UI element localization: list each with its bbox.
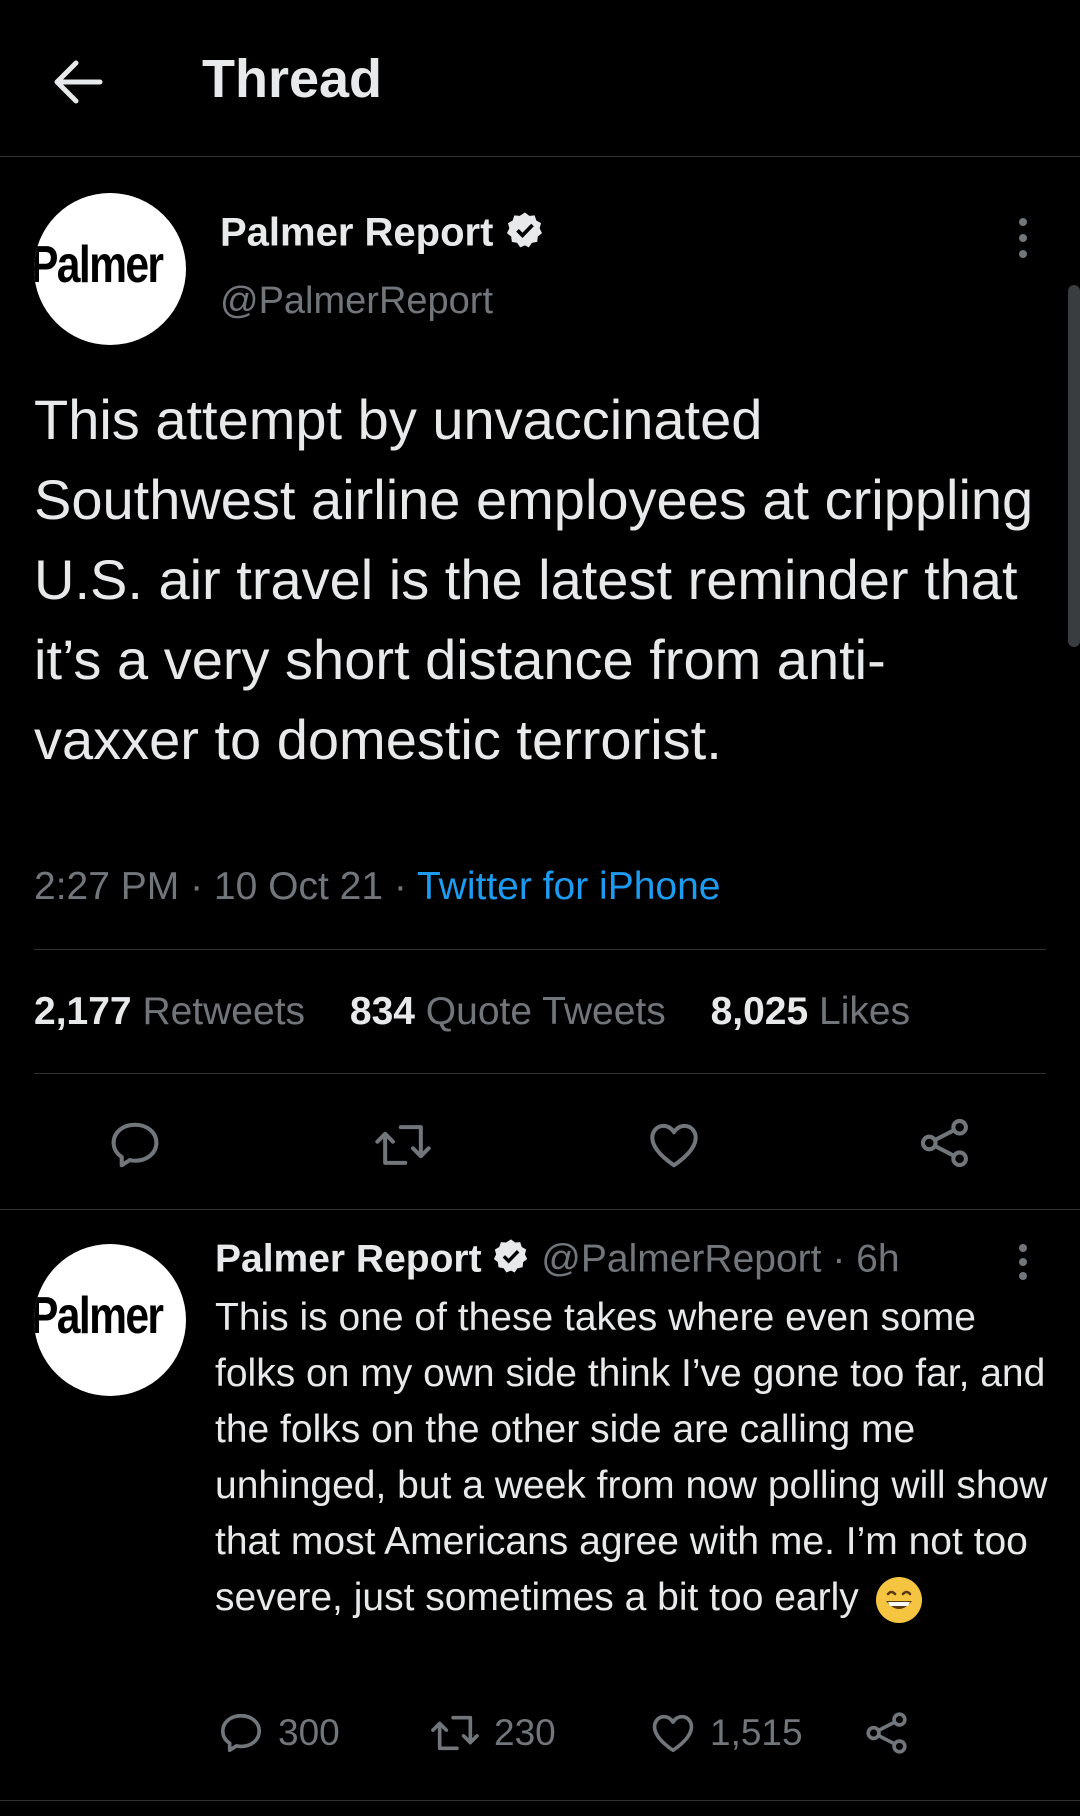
avatar[interactable]: Palmer — [34, 193, 186, 345]
like-action[interactable]: 1,515 — [650, 1710, 803, 1756]
top-bar: Thread — [0, 0, 1080, 157]
reply-header: Palmer Report @PalmerReport · 6h — [215, 1237, 900, 1285]
avatar-logo-text: Palmer — [34, 236, 164, 294]
share-icon — [866, 1712, 907, 1754]
reply-author-handle[interactable]: @PalmerReport — [541, 1237, 821, 1280]
divider — [34, 949, 1046, 950]
more-options-icon[interactable] — [1008, 216, 1038, 265]
tweet-text: This attempt by unvaccinated Southwest a… — [34, 388, 1034, 771]
likes-count: 8,025 — [710, 990, 809, 1033]
author-handle[interactable]: @PalmerReport — [220, 280, 493, 323]
retweet-icon — [431, 1715, 479, 1751]
like-heart-icon — [652, 1714, 694, 1753]
like-heart-icon[interactable] — [646, 1118, 702, 1177]
quote-tweets-label: Quote Tweets — [425, 990, 666, 1033]
reply-author-name[interactable]: Palmer Report — [215, 1237, 482, 1280]
share-action[interactable] — [864, 1710, 924, 1756]
retweets-label: Retweets — [142, 990, 306, 1033]
author-name: Palmer Report — [220, 210, 494, 255]
engagement-stats: 2,177 Retweets 834 Quote Tweets 8,025 Li… — [34, 990, 944, 1034]
likes-label: Likes — [819, 990, 911, 1033]
avatar-logo-text: Palmer — [34, 1287, 164, 1345]
reply-avatar[interactable]: Palmer — [34, 1244, 186, 1396]
retweet-count: 230 — [494, 1712, 556, 1753]
grinning-emoji-icon — [875, 1576, 922, 1623]
divider — [34, 1073, 1046, 1074]
page-title: Thread — [202, 49, 383, 109]
reply-age: 6h — [856, 1237, 900, 1281]
verified-badge-icon — [505, 210, 545, 260]
verified-badge-icon — [492, 1237, 530, 1285]
reply-text: This is one of these takes where even so… — [215, 1296, 1048, 1619]
author-name-row[interactable]: Palmer Report — [220, 210, 545, 260]
back-arrow-icon[interactable] — [48, 52, 108, 112]
tweet-source-link[interactable]: Twitter for iPhone — [417, 865, 720, 908]
reply-text-block: This is one of these takes where even so… — [215, 1290, 1060, 1626]
more-options-icon[interactable] — [1008, 1242, 1038, 1287]
section-divider — [0, 1800, 1080, 1801]
retweets-count: 2,177 — [34, 990, 132, 1033]
reply-icon[interactable] — [108, 1118, 162, 1177]
section-divider — [0, 1209, 1080, 1210]
retweets-stat[interactable]: 2,177 Retweets — [34, 990, 305, 1033]
tweet-date: 10 Oct 21 — [213, 865, 384, 908]
retweet-action[interactable]: 230 — [430, 1710, 556, 1756]
reply-count: 300 — [278, 1712, 340, 1753]
reply-action[interactable]: 300 — [218, 1710, 340, 1756]
retweet-icon[interactable] — [374, 1118, 432, 1177]
quote-tweets-count: 834 — [349, 990, 415, 1033]
tweet-metadata: 2:27 PM · 10 Oct 21 · Twitter for iPhone — [34, 865, 721, 908]
share-icon[interactable] — [918, 1116, 972, 1175]
like-count: 1,515 — [710, 1712, 803, 1753]
likes-stat[interactable]: 8,025 Likes — [711, 990, 911, 1033]
quote-tweets-stat[interactable]: 834 Quote Tweets — [350, 990, 666, 1033]
reply-icon — [220, 1713, 262, 1753]
tweet-time: 2:27 PM — [34, 865, 180, 908]
scrollbar[interactable] — [1068, 285, 1080, 647]
